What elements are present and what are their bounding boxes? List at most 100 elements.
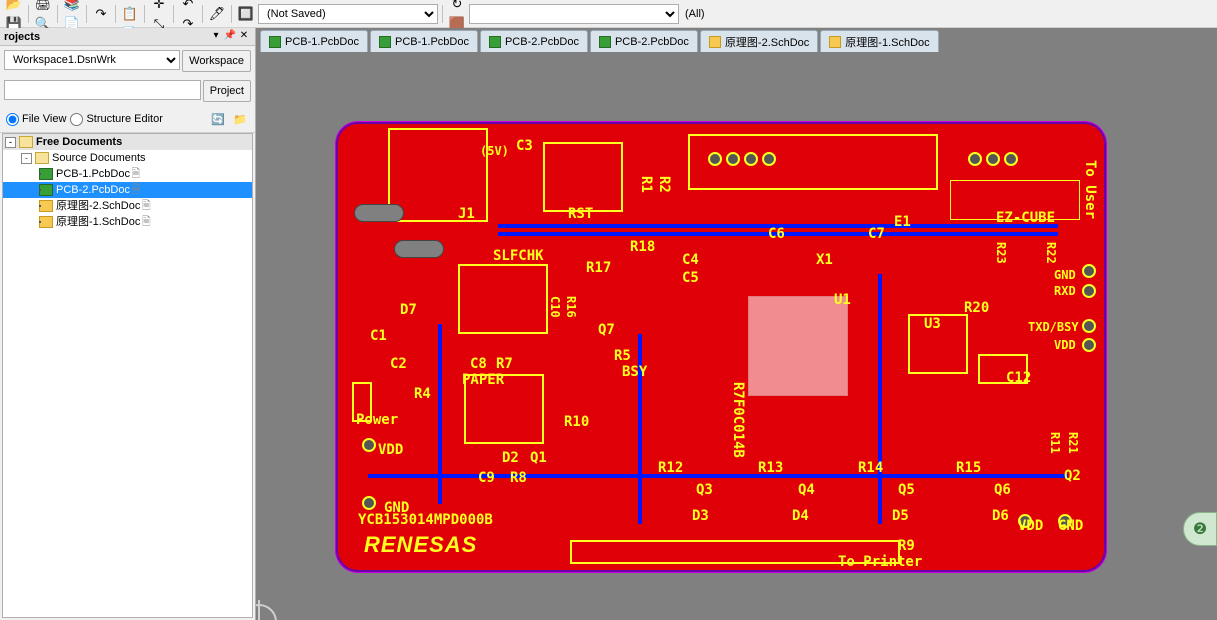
project-input[interactable]	[4, 80, 201, 100]
pcb-canvas[interactable]: RENESAS YCB153014MPD000B (5V)J1C3RSTR1R2…	[256, 52, 1217, 620]
toolbar-button[interactable]: ↷	[91, 4, 111, 24]
designator: D4	[792, 508, 809, 524]
designator: C8	[470, 356, 487, 372]
sch-icon	[709, 36, 721, 48]
designator: BSY	[622, 364, 647, 380]
settings-icon[interactable]: 📁	[231, 110, 249, 128]
tree-item[interactable]: 原理图-2.SchDoc🗎	[3, 198, 252, 214]
designator: Q3	[696, 482, 713, 498]
designator: Q6	[994, 482, 1011, 498]
designator: C10	[548, 296, 562, 318]
designator: R17	[586, 260, 611, 276]
document-tab[interactable]: PCB-2.PcbDoc	[480, 30, 588, 52]
designator: RXD	[1054, 284, 1076, 298]
document-tab[interactable]: 原理图-1.SchDoc	[820, 30, 938, 52]
pcb-doc-icon	[39, 184, 53, 196]
designator: VDD	[378, 442, 403, 458]
designator: C3	[516, 138, 533, 154]
designator: R18	[630, 239, 655, 255]
toolbar-button[interactable]: 📚	[62, 0, 82, 14]
sch-doc-icon	[39, 216, 53, 228]
tree-item[interactable]: PCB-2.PcbDoc🗎	[3, 182, 252, 198]
designator: Q7	[598, 322, 615, 338]
folder-icon	[35, 152, 49, 164]
toolbar-button[interactable]: ✛	[149, 0, 169, 14]
toolbar-button[interactable]: 🖊	[207, 4, 227, 24]
saved-combo[interactable]: (Not Saved)	[258, 4, 438, 24]
designator: R9	[898, 538, 915, 554]
document-tab[interactable]: PCB-1.PcbDoc	[370, 30, 478, 52]
toolbar-button[interactable]: ↻	[447, 0, 467, 14]
main-toolbar: 📄📂💾⎘ 🖨🔍 📚📄 ⎌↷▦ ✂📋📄 ⬚✛⤡⟲ ↶↷ 🖊 🔲 (Not Save…	[0, 0, 1217, 28]
designator: D7	[400, 302, 417, 318]
panel-close-icon[interactable]: ✕	[237, 30, 251, 44]
panel-menu-icon[interactable]: ▾	[209, 30, 223, 44]
tree-item[interactable]: 原理图-1.SchDoc🗎	[3, 214, 252, 230]
tree-group[interactable]: - Source Documents	[3, 150, 252, 166]
toolbar-button[interactable]: 🖨	[33, 0, 53, 14]
designator: Q4	[798, 482, 815, 498]
designator: To User	[1082, 160, 1098, 219]
designator: R5	[614, 348, 631, 364]
folder-icon	[19, 136, 33, 148]
pcb-icon	[269, 36, 281, 48]
toolbar-button[interactable]: ⎌	[91, 0, 111, 4]
help-bubble-icon[interactable]: ❷	[1183, 512, 1217, 546]
pcb3-icon	[379, 36, 391, 48]
sch-icon	[829, 36, 841, 48]
sheet-icon: 🗎	[140, 214, 152, 230]
toolbar-button[interactable]: 🔲	[236, 4, 256, 24]
document-tab[interactable]: PCB-1.PcbDoc	[260, 30, 368, 52]
sch-doc-icon	[39, 200, 53, 212]
project-tree[interactable]: - Free Documents - Source Documents PCB-…	[2, 133, 253, 618]
document-tabs: PCB-1.PcbDocPCB-1.PcbDocPCB-2.PcbDocPCB-…	[256, 28, 1217, 52]
document-tab[interactable]: PCB-2.PcbDoc	[590, 30, 698, 52]
workspace-combo[interactable]: Workspace1.DsnWrk	[4, 50, 180, 70]
designator: C2	[390, 356, 407, 372]
designator: SLFCHK	[493, 248, 544, 264]
designator: GND	[1054, 268, 1076, 282]
projects-panel: rojects ▾ 📌 ✕ Workspace1.DsnWrk Workspac…	[0, 28, 256, 620]
pcb-icon	[489, 36, 501, 48]
sheet-icon: 🗎	[130, 182, 142, 198]
tree-item[interactable]: PCB-1.PcbDoc🗎	[3, 166, 252, 182]
toolbar-button[interactable]: ✂	[120, 0, 140, 4]
designator: TXD/BSY	[1028, 320, 1079, 334]
tree-root[interactable]: - Free Documents	[3, 134, 252, 150]
sheet-icon: 🗎	[140, 198, 152, 214]
designator: R7	[496, 356, 513, 372]
toolbar-button[interactable]: 📂	[4, 0, 24, 14]
panel-title: rojects	[4, 31, 209, 43]
designator: D5	[892, 508, 909, 524]
toolbar-button[interactable]: ↶	[178, 0, 198, 14]
designator: D3	[692, 508, 709, 524]
designator: R1	[638, 176, 654, 193]
workspace-button[interactable]: Workspace	[182, 50, 251, 72]
designator: R11	[1048, 432, 1062, 454]
panel-pin-icon[interactable]: 📌	[223, 30, 237, 44]
designator: R22	[1044, 242, 1058, 264]
designator: GND	[384, 500, 409, 516]
origin-marker	[256, 604, 277, 620]
board-id: YCB153014MPD000B	[358, 512, 493, 528]
refresh-icon[interactable]: 🔄	[209, 110, 227, 128]
structure-editor-radio[interactable]: Structure Editor	[70, 113, 162, 126]
designator: VDD	[1054, 338, 1076, 352]
pcb3-icon	[599, 36, 611, 48]
layer-combo[interactable]	[469, 4, 679, 24]
designator: R23	[994, 242, 1008, 264]
designator: D2	[502, 450, 519, 466]
project-button[interactable]: Project	[203, 80, 251, 102]
toolbar-button[interactable]: 📋	[120, 4, 140, 24]
designator: R10	[564, 414, 589, 430]
renesas-logo: RENESAS	[364, 532, 477, 558]
document-tab[interactable]: 原理图-2.SchDoc	[700, 30, 818, 52]
editor-area: PCB-1.PcbDocPCB-1.PcbDocPCB-2.PcbDocPCB-…	[256, 28, 1217, 620]
designator: C9	[478, 470, 495, 486]
file-view-radio[interactable]: File View	[6, 113, 66, 126]
designator: Q1	[530, 450, 547, 466]
pcb-doc-icon	[39, 168, 53, 180]
designator: C1	[370, 328, 387, 344]
pcb-board[interactable]: RENESAS YCB153014MPD000B (5V)J1C3RSTR1R2…	[336, 122, 1106, 572]
designator: R4	[414, 386, 431, 402]
